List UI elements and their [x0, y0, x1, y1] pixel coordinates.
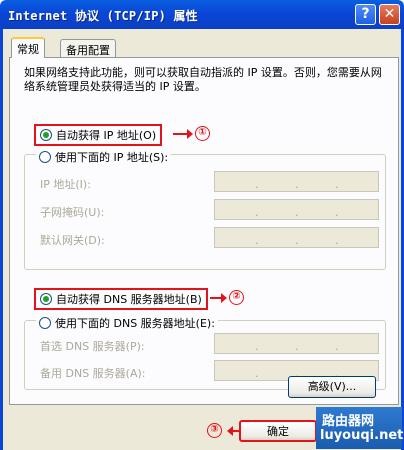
ip-address-label: IP 地址(I):	[40, 178, 91, 191]
annotation-number: ③	[207, 423, 222, 438]
intro-text: 如果网络支持此功能，则可以获取自动指派的 IP 设置。否则，您需要从网络系统管理…	[24, 66, 382, 93]
radio-manual-ip[interactable]: 使用下面的 IP 地址(S):	[36, 149, 172, 165]
default-gateway-field[interactable]: ...	[214, 227, 379, 248]
radio-auto-ip[interactable]: 自动获得 IP 地址(O)	[34, 124, 163, 146]
subnet-mask-label: 子网掩码(U):	[40, 206, 105, 219]
tab-alternate-config[interactable]: 备用配置	[60, 39, 116, 57]
annotation-number: ①	[195, 126, 210, 141]
watermark-line2: luyouqi.net	[320, 428, 404, 443]
watermark-line1: 路由器网	[322, 414, 375, 429]
close-button[interactable]: ✕	[379, 4, 400, 25]
alternate-dns-label: 备用 DNS 服务器(A):	[40, 367, 146, 380]
help-button[interactable]: ?	[355, 4, 376, 25]
tab-general[interactable]: 常规	[11, 37, 45, 58]
advanced-button[interactable]: 高级(V)...	[288, 376, 376, 398]
watermark-logo: 路由器网 luyouqi.net	[316, 407, 404, 449]
window-title: Internet 协议 (TCP/IP) 属性	[8, 9, 198, 23]
radio-auto-dns[interactable]: 自动获得 DNS 服务器地址(B)	[34, 288, 208, 310]
radio-manual-ip-label: 使用下面的 IP 地址(S):	[55, 151, 169, 164]
subnet-mask-field[interactable]: ...	[214, 199, 379, 220]
radio-manual-dns-label: 使用下面的 DNS 服务器地址(E):	[55, 317, 215, 330]
radio-dot-icon	[40, 293, 52, 305]
title-bar[interactable]: Internet 协议 (TCP/IP) 属性 ? ✕	[0, 0, 404, 29]
radio-auto-dns-label: 自动获得 DNS 服务器地址(B)	[56, 293, 202, 306]
radio-auto-ip-label: 自动获得 IP 地址(O)	[56, 129, 157, 142]
default-gateway-label: 默认网关(D):	[40, 234, 105, 247]
radio-empty-icon	[39, 317, 51, 329]
radio-dot-icon	[40, 129, 52, 141]
dialog-body: 常规 备用配置 如果网络支持此功能，则可以获取自动指派的 IP 设置。否则，您需…	[0, 29, 404, 450]
close-icon: ✕	[383, 6, 396, 22]
annotation-number: ②	[229, 290, 244, 305]
radio-manual-dns[interactable]: 使用下面的 DNS 服务器地址(E):	[36, 315, 218, 331]
arrow-right-icon	[173, 128, 193, 139]
annotation-2: ②	[210, 290, 244, 305]
arrow-right-icon	[210, 292, 227, 303]
preferred-dns-label: 首选 DNS 服务器(P):	[40, 340, 145, 353]
ok-button[interactable]: 确定	[239, 420, 317, 442]
ip-address-field[interactable]: ...	[214, 171, 379, 192]
tab-panel-general: 如果网络支持此功能，则可以获取自动指派的 IP 设置。否则，您需要从网络系统管理…	[9, 57, 399, 405]
annotation-1: ①	[173, 126, 210, 141]
radio-empty-icon	[39, 151, 51, 163]
question-icon: ?	[361, 6, 370, 22]
preferred-dns-field[interactable]: ...	[214, 333, 379, 354]
